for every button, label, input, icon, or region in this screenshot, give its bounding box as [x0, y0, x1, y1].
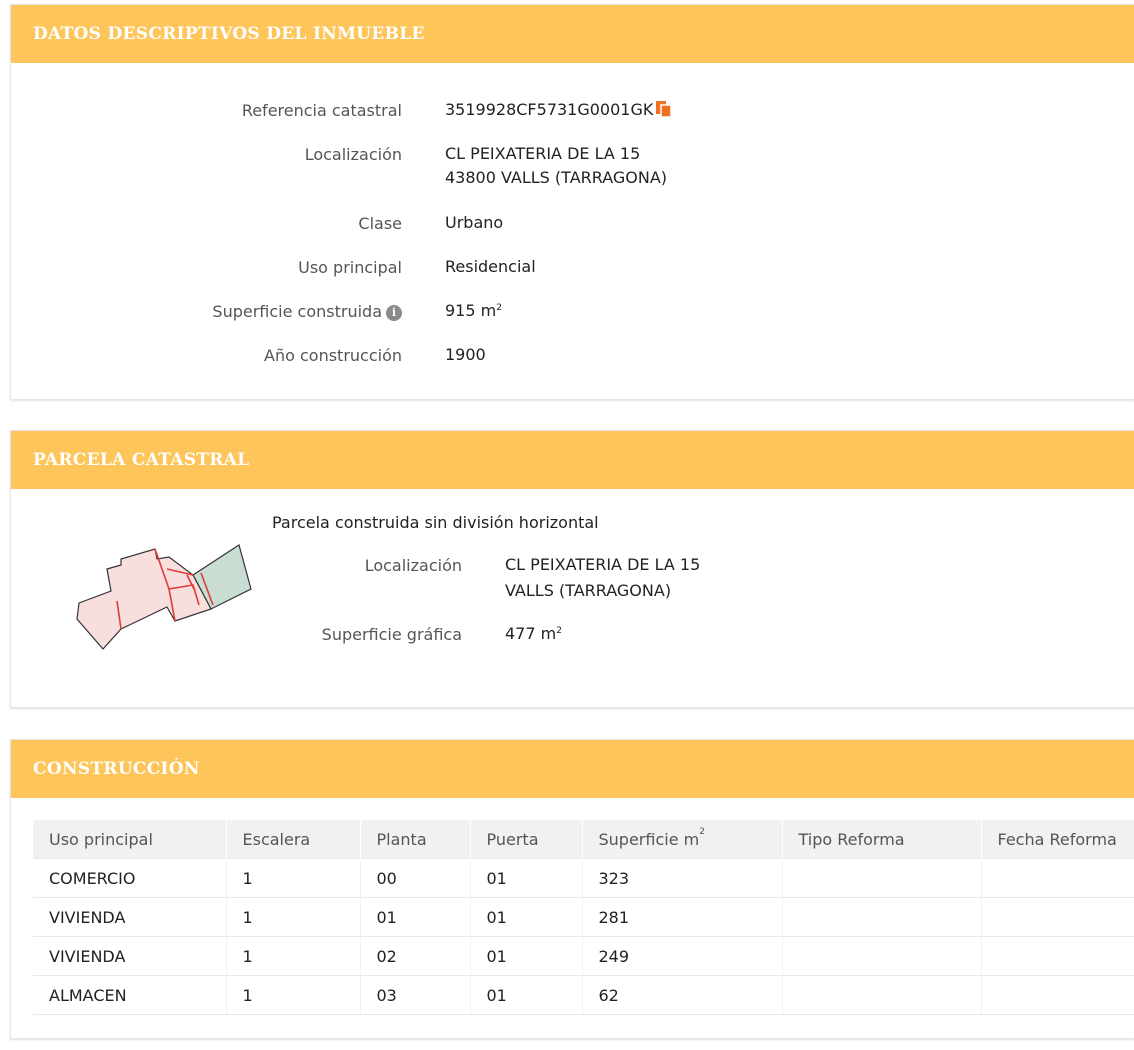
uso-principal-label: Uso principal	[298, 258, 402, 277]
superficie-construida-label: Superficie construida i	[212, 302, 402, 321]
info-icon[interactable]: i	[386, 304, 402, 321]
cell-fecha-reforma	[981, 936, 1134, 976]
table-row: VIVIENDA 1 01 01 281	[33, 897, 1134, 937]
referencia-text: 3519928CF5731G0001GK	[445, 100, 654, 119]
parcela-panel-title: PARCELA CATASTRAL	[11, 431, 1134, 489]
cell-fecha-reforma	[981, 975, 1134, 1015]
referencia-value: 3519928CF5731G0001GK	[445, 98, 673, 122]
col-escalera: Escalera	[226, 820, 361, 859]
cell-planta: 03	[360, 975, 471, 1015]
cell-tipo-reforma	[782, 897, 982, 937]
localizacion-line2: 43800 VALLS (TARRAGONA)	[445, 168, 668, 187]
localizacion-line1: CL PEIXATERIA DE LA 15	[445, 144, 641, 163]
superficie-grafica-value: 477 m2	[505, 622, 562, 646]
superficie-construida-sup: 2	[496, 303, 502, 313]
ano-construccion-value: 1900	[445, 345, 486, 364]
cell-escalera: 1	[226, 858, 361, 898]
parcela-localizacion-line1: CL PEIXATERIA DE LA 15	[505, 555, 701, 574]
cell-puerta: 01	[470, 936, 583, 976]
col-tipo-reforma: Tipo Reforma	[782, 820, 982, 859]
col-superficie-text: Superficie m	[598, 829, 700, 849]
construccion-table: Uso principal Escalera Planta Puerta Sup…	[33, 820, 1134, 1015]
uso-principal-value: Residencial	[445, 257, 536, 276]
col-superficie-sup: 2	[699, 826, 705, 837]
parcela-subtitle: Parcela construida sin división horizont…	[272, 513, 599, 532]
cell-fecha-reforma	[981, 858, 1134, 898]
datos-descriptivos-panel: DATOS DESCRIPTIVOS DEL INMUEBLE Referenc…	[10, 4, 1134, 400]
parcela-catastral-panel: PARCELA CATASTRAL Parcela construida sin…	[10, 430, 1134, 708]
col-puerta: Puerta	[470, 820, 583, 859]
cell-superficie: 323	[582, 858, 783, 898]
cell-puerta: 01	[470, 975, 583, 1015]
table-row: VIVIENDA 1 02 01 249	[33, 936, 1134, 976]
cell-uso: VIVIENDA	[33, 936, 227, 976]
parcela-localizacion-line2: VALLS (TARRAGONA)	[505, 581, 672, 600]
col-planta: Planta	[360, 820, 471, 859]
cell-tipo-reforma	[782, 975, 982, 1015]
cell-puerta: 01	[470, 858, 583, 898]
datos-panel-title: DATOS DESCRIPTIVOS DEL INMUEBLE	[11, 5, 1134, 63]
cell-planta: 01	[360, 897, 471, 937]
cell-fecha-reforma	[981, 897, 1134, 937]
cell-uso: COMERCIO	[33, 858, 227, 898]
superficie-construida-value: 915 m2	[445, 299, 502, 323]
table-row: ALMACEN 1 03 01 62	[33, 975, 1134, 1015]
clase-label: Clase	[358, 214, 402, 233]
superficie-grafica-number: 477 m	[505, 624, 557, 643]
superficie-construida-number: 915 m	[445, 301, 497, 320]
col-superficie: Superficie m2	[582, 820, 783, 859]
cell-tipo-reforma	[782, 858, 982, 898]
cell-uso: ALMACEN	[33, 975, 227, 1015]
referencia-label: Referencia catastral	[241, 101, 402, 120]
col-uso-principal: Uso principal	[33, 820, 227, 859]
col-fecha-reforma: Fecha Reforma	[981, 820, 1134, 859]
cell-superficie: 249	[582, 936, 783, 976]
parcela-localizacion-label: Localización	[364, 556, 462, 575]
table-row: COMERCIO 1 00 01 323	[33, 858, 1134, 898]
superficie-grafica-sup: 2	[556, 626, 562, 636]
cell-tipo-reforma	[782, 936, 982, 976]
superficie-construida-text: Superficie construida	[212, 302, 382, 321]
cell-superficie: 62	[582, 975, 783, 1015]
cell-escalera: 1	[226, 897, 361, 937]
superficie-grafica-label: Superficie gráfica	[321, 625, 462, 644]
copy-icon[interactable]	[655, 100, 673, 118]
clase-value: Urbano	[445, 213, 504, 232]
localizacion-label: Localización	[304, 145, 402, 164]
localizacion-value: CL PEIXATERIA DE LA 15 43800 VALLS (TARR…	[445, 142, 667, 190]
parcel-map[interactable]	[71, 539, 261, 651]
cell-escalera: 1	[226, 936, 361, 976]
cell-escalera: 1	[226, 975, 361, 1015]
construccion-panel-title: CONSTRUCCIÓN	[11, 740, 1134, 798]
cell-planta: 00	[360, 858, 471, 898]
cell-puerta: 01	[470, 897, 583, 937]
parcela-localizacion-value: CL PEIXATERIA DE LA 15 VALLS (TARRAGONA)	[505, 553, 700, 603]
table-header-row: Uso principal Escalera Planta Puerta Sup…	[33, 820, 1134, 859]
parcel-shape	[76, 548, 212, 650]
cell-planta: 02	[360, 936, 471, 976]
ano-construccion-label: Año construcción	[264, 346, 402, 365]
cell-superficie: 281	[582, 897, 783, 937]
cell-uso: VIVIENDA	[33, 897, 227, 937]
construccion-panel: CONSTRUCCIÓN Uso principal Escalera Plan…	[10, 739, 1134, 1039]
